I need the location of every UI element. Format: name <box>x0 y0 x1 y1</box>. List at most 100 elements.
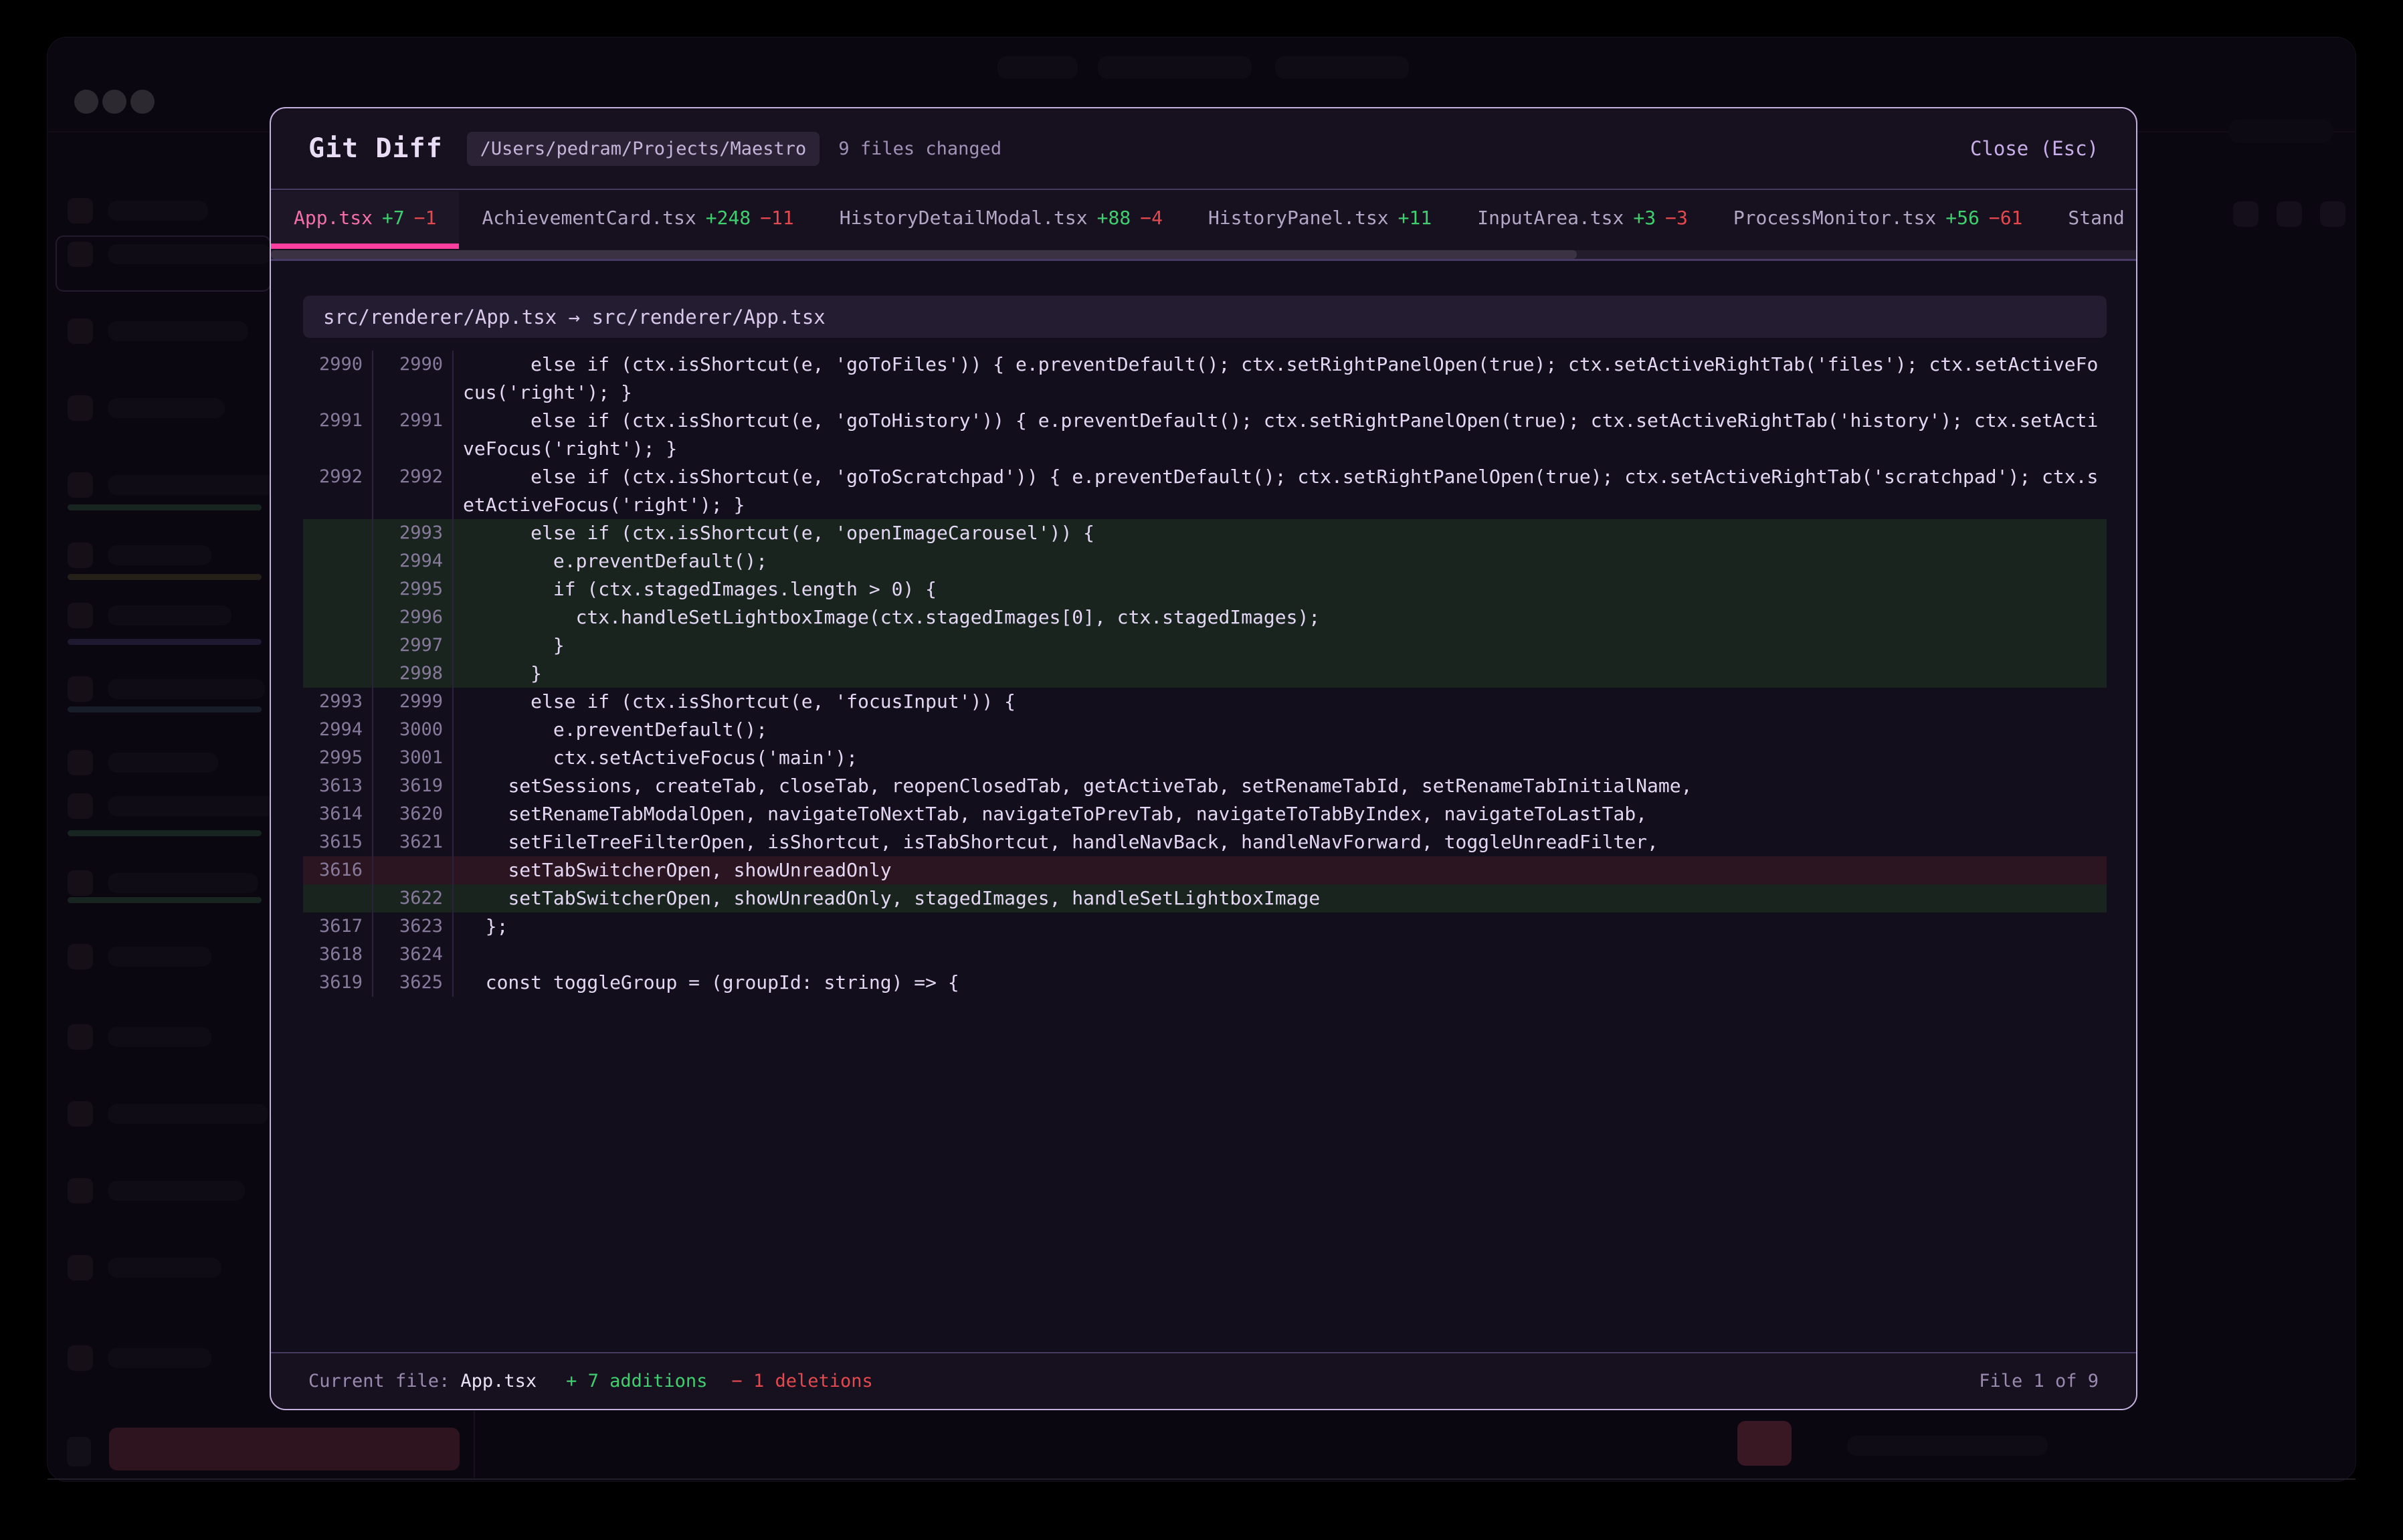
sidebar-item-icon-dim <box>68 603 93 628</box>
file-position: File 1 of 9 <box>1979 1371 2099 1391</box>
tab-label: InputArea.tsx <box>1477 207 1624 229</box>
sidebar-item-icon-dim <box>68 676 93 702</box>
git-diff-modal: Git Diff /Users/pedram/Projects/Maestro … <box>270 107 2137 1410</box>
old-line-number <box>303 603 373 632</box>
sidebar-item-label-blob <box>108 1104 268 1124</box>
sidebar-item-icon-dim <box>68 1101 93 1127</box>
old-line-number: 3617 <box>303 912 373 941</box>
new-line-number: 2999 <box>373 688 454 716</box>
code-line: e.preventDefault(); <box>454 547 2107 575</box>
sidebar-item-label-blob <box>108 545 211 565</box>
code-line: } <box>454 660 2107 688</box>
sidebar-item-label-blob <box>108 873 258 893</box>
sidebar-item-label-blob <box>108 605 231 625</box>
old-line-number: 3613 <box>303 772 373 800</box>
sidebar-progress-bar-dim <box>68 897 262 903</box>
new-line-number: 2998 <box>373 660 454 688</box>
code-line: else if (ctx.isShortcut(e, 'openImageCar… <box>454 519 2107 547</box>
bottombar-primary-button-dim <box>109 1428 460 1470</box>
sidebar-progress-bar-dim <box>68 574 262 580</box>
new-line-number: 2993 <box>373 519 454 547</box>
sidebar-item-label-blob <box>108 244 272 264</box>
new-line-number <box>373 856 454 884</box>
tab-label: ProcessMonitor.tsx <box>1733 207 1936 229</box>
bottombar-label-blob <box>1847 1436 2048 1456</box>
sidebar-item-icon-dim <box>68 1024 93 1050</box>
diff-row: 29953001 ctx.setActiveFocus('main'); <box>303 744 2107 772</box>
tab-label: HistoryPanel.tsx <box>1208 207 1389 229</box>
new-line-number: 3001 <box>373 744 454 772</box>
diff-row: 36193625 const toggleGroup = (groupId: s… <box>303 969 2107 997</box>
current-file-name: App.tsx <box>460 1371 537 1391</box>
sidebar-item-label-blob <box>108 321 248 341</box>
diff-row: 36183624 <box>303 941 2107 969</box>
diff-file-tab-processmonitor-tsx[interactable]: ProcessMonitor.tsx+56−61 <box>1711 191 2046 244</box>
old-line-number <box>303 575 373 603</box>
code-line: }; <box>454 912 2107 941</box>
old-line-number: 2995 <box>303 744 373 772</box>
tab-additions: +88 <box>1097 207 1131 229</box>
diff-row: 29932999 else if (ctx.isShortcut(e, 'foc… <box>303 688 2107 716</box>
traffic-light-minimize-icon[interactable] <box>102 90 126 114</box>
old-line-number: 2994 <box>303 716 373 744</box>
sidebar-item-label-blob <box>108 796 282 816</box>
tab-deletions: −1 <box>414 207 437 229</box>
close-button[interactable]: Close (Esc) <box>1970 137 2099 160</box>
new-line-number: 2996 <box>373 603 454 632</box>
diff-file-tab-app-tsx[interactable]: App.tsx+7−1 <box>271 191 459 249</box>
traffic-light-close-icon[interactable] <box>74 90 98 114</box>
old-line-number: 3619 <box>303 969 373 997</box>
diff-file-tab-achievementcard-tsx[interactable]: AchievementCard.tsx+248−11 <box>459 191 816 244</box>
diff-row: 2997 } <box>303 632 2107 660</box>
tab-label: Stand <box>2068 207 2124 229</box>
old-line-number: 3615 <box>303 828 373 856</box>
tab-additions: +3 <box>1633 207 1656 229</box>
old-line-number: 3618 <box>303 941 373 969</box>
diff-row: 36173623 }; <box>303 912 2107 941</box>
new-line-number: 3622 <box>373 884 454 912</box>
traffic-light-zoom-icon[interactable] <box>130 90 155 114</box>
sidebar-item-label-blob <box>108 679 265 699</box>
header-icon-dim <box>2233 201 2258 227</box>
diff-file-tab-inputarea-tsx[interactable]: InputArea.tsx +3 −3 <box>1454 191 1711 244</box>
diff-file-tab-historydetailmodal-tsx[interactable]: HistoryDetailModal.tsx+88−4 <box>817 191 1185 244</box>
file-tabs: App.tsx+7−1AchievementCard.tsx+248−11 His… <box>271 191 2136 249</box>
deletions-count: − 1 deletions <box>731 1371 872 1391</box>
old-line-number: 2991 <box>303 407 373 463</box>
code-line: else if (ctx.isShortcut(e, 'goToFiles'))… <box>454 351 2107 407</box>
modal-footer: Current file: App.tsx + 7 additions − 1 … <box>271 1352 2136 1409</box>
code-line: else if (ctx.isShortcut(e, 'focusInput')… <box>454 688 2107 716</box>
sidebar-item-icon-dim <box>68 944 93 969</box>
diff-file-tab-stand[interactable]: Stand <box>2045 191 2136 244</box>
diff-file-tab-historypanel-tsx[interactable]: HistoryPanel.tsx+11 <box>1185 191 1454 244</box>
code-line: } <box>454 632 2107 660</box>
old-line-number: 3614 <box>303 800 373 828</box>
code-line <box>454 941 2107 969</box>
new-line-number: 3625 <box>373 969 454 997</box>
new-line-number: 2997 <box>373 632 454 660</box>
code-line: setSessions, createTab, closeTab, reopen… <box>454 772 2107 800</box>
sidebar-item-label-blob <box>108 398 225 418</box>
new-line-number: 3621 <box>373 828 454 856</box>
diff-area: src/renderer/App.tsx → src/renderer/App.… <box>271 261 2136 1355</box>
window-title-blob <box>1275 56 1409 79</box>
sidebar-progress-bar-dim <box>68 504 262 510</box>
window-title-blob <box>1098 56 1252 79</box>
tab-deletions: −4 <box>1140 207 1163 229</box>
sidebar-item-icon-dim <box>68 318 93 344</box>
sidebar-item-icon-dim <box>68 242 93 267</box>
tab-deletions: −3 <box>1665 207 1688 229</box>
new-line-number: 3624 <box>373 941 454 969</box>
sidebar-item-icon-dim <box>68 750 93 775</box>
sidebar-item-label-blob <box>108 1181 245 1201</box>
sidebar-item-icon-dim <box>68 1255 93 1280</box>
diff-row: 2995 if (ctx.stagedImages.length > 0) { <box>303 575 2107 603</box>
sidebar-item-label-blob <box>108 201 208 221</box>
old-line-number: 2992 <box>303 463 373 519</box>
bottombar-toggle-dim <box>67 1437 91 1466</box>
sidebar-progress-bar-dim <box>68 639 262 645</box>
old-line-number <box>303 884 373 912</box>
repo-path-badge: /Users/pedram/Projects/Maestro <box>467 132 820 166</box>
tabs-scrollbar-thumb[interactable] <box>271 250 1577 259</box>
tabs-scrollbar-track[interactable] <box>271 250 2136 259</box>
